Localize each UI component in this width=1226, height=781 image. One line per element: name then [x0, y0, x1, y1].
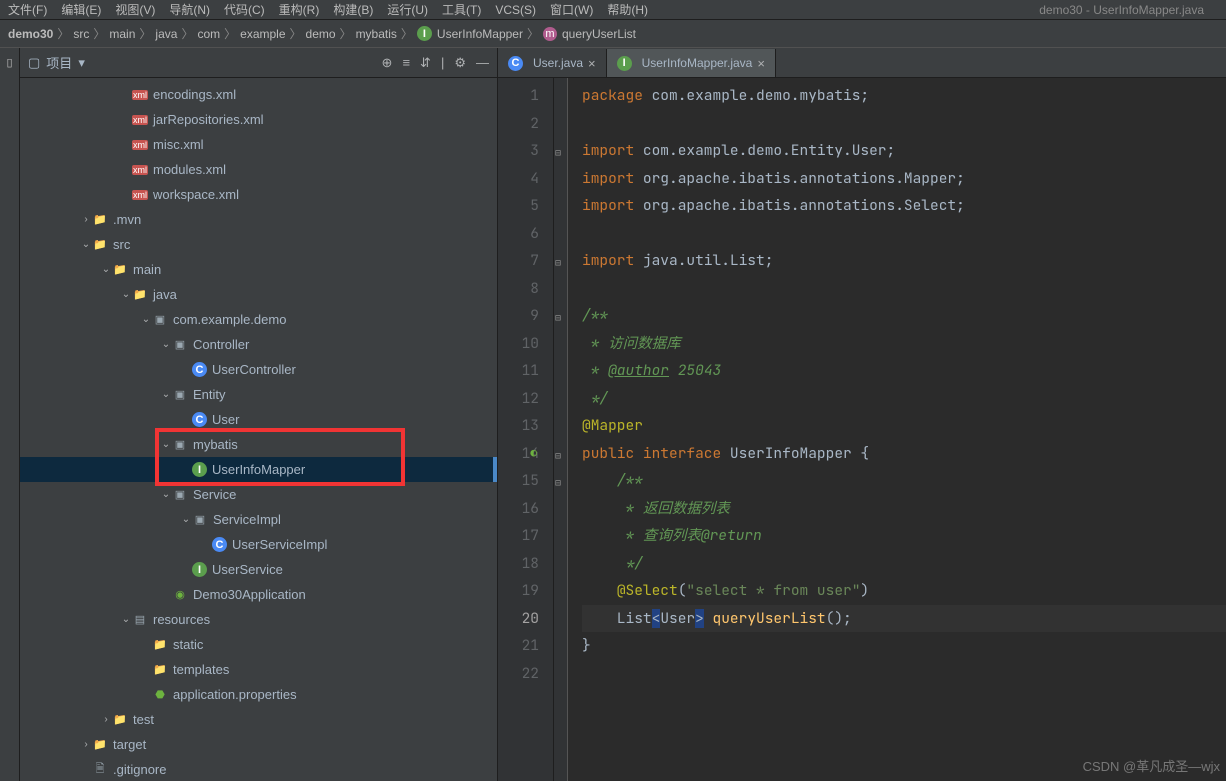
- separator: |: [441, 55, 444, 71]
- tree-item[interactable]: ⌄▣Service: [20, 482, 497, 507]
- crumb[interactable]: demo: [306, 27, 336, 41]
- tree-item[interactable]: ›📁target: [20, 732, 497, 757]
- line-gutter[interactable]: 1234567891011121314◐1516171819202122: [498, 78, 554, 781]
- menu-item[interactable]: 构建(B): [333, 1, 373, 18]
- tree-item[interactable]: CUserServiceImpl: [20, 532, 497, 557]
- tool-window-stripe[interactable]: ▯: [0, 48, 20, 781]
- tree-item[interactable]: 📁static: [20, 632, 497, 657]
- crumb[interactable]: com: [197, 27, 220, 41]
- tree-item[interactable]: 🗎.gitignore: [20, 757, 497, 781]
- select-opened-icon[interactable]: ⊕: [382, 55, 393, 71]
- tree-item[interactable]: CUserController: [20, 357, 497, 382]
- tree-item[interactable]: ⬣application.properties: [20, 682, 497, 707]
- tree-item[interactable]: xmlmisc.xml: [20, 132, 497, 157]
- tree-item[interactable]: ⌄▣Controller: [20, 332, 497, 357]
- watermark: CSDN @革凡成圣—wjx: [1083, 756, 1220, 775]
- tree-item[interactable]: ›📁.mvn: [20, 207, 497, 232]
- breadcrumb: demo30〉 src〉 main〉 java〉 com〉 example〉 d…: [0, 20, 1226, 48]
- menu-item[interactable]: 导航(N): [169, 1, 210, 18]
- code-area[interactable]: 1234567891011121314◐1516171819202122 ⊟⊟⊟…: [498, 78, 1226, 781]
- tree-item[interactable]: xmlencodings.xml: [20, 82, 497, 107]
- tree-item[interactable]: ⌄📁java: [20, 282, 497, 307]
- menu-item[interactable]: 编辑(E): [61, 1, 101, 18]
- collapse-all-icon[interactable]: ⇵: [420, 55, 431, 71]
- close-icon[interactable]: ×: [588, 56, 596, 71]
- menu-bar: 文件(F) 编辑(E) 视图(V) 导航(N) 代码(C) 重构(R) 构建(B…: [0, 0, 1226, 20]
- tree-item[interactable]: IUserInfoMapper: [20, 457, 497, 482]
- menu-item[interactable]: 重构(R): [279, 1, 320, 18]
- tree-item[interactable]: ◉Demo30Application: [20, 582, 497, 607]
- chevron-down-icon[interactable]: ▾: [78, 55, 85, 71]
- tree-item[interactable]: CUser: [20, 407, 497, 432]
- menu-item[interactable]: 视图(V): [115, 1, 155, 18]
- project-panel: ▢ 项目 ▾ ⊕ ≡ ⇵ | ⚙ — xmlencodings.xmlxmlja…: [20, 48, 498, 781]
- tree-item[interactable]: ⌄▤resources: [20, 607, 497, 632]
- close-icon[interactable]: ×: [757, 56, 765, 71]
- tree-item[interactable]: ⌄▣ServiceImpl: [20, 507, 497, 532]
- gear-icon[interactable]: ⚙: [454, 55, 466, 71]
- menu-item[interactable]: 代码(C): [224, 1, 265, 18]
- menu-item[interactable]: 帮助(H): [607, 1, 648, 18]
- window-title: demo30 - UserInfoMapper.java: [1039, 3, 1204, 17]
- tree-item[interactable]: ⌄📁main: [20, 257, 497, 282]
- panel-title[interactable]: 项目: [46, 53, 72, 72]
- crumb[interactable]: mybatis: [356, 27, 397, 41]
- tree-item[interactable]: ⌄▣mybatis: [20, 432, 497, 457]
- editor: CUser.java× IUserInfoMapper.java× 123456…: [498, 48, 1226, 781]
- tab-user[interactable]: CUser.java×: [498, 49, 607, 77]
- menu-item[interactable]: 工具(T): [442, 1, 481, 18]
- tab-userinfomapper[interactable]: IUserInfoMapper.java×: [607, 49, 776, 77]
- tree-item[interactable]: xmljarRepositories.xml: [20, 107, 497, 132]
- tree-item[interactable]: 📁templates: [20, 657, 497, 682]
- crumb[interactable]: example: [240, 27, 285, 41]
- tree-item[interactable]: ›📁test: [20, 707, 497, 732]
- expand-all-icon[interactable]: ≡: [402, 55, 410, 71]
- hide-icon[interactable]: —: [476, 55, 489, 71]
- crumb[interactable]: src: [73, 27, 89, 41]
- project-icon: ▢: [28, 55, 40, 71]
- crumb[interactable]: demo30: [8, 27, 53, 41]
- tree-item[interactable]: xmlmodules.xml: [20, 157, 497, 182]
- tree-item[interactable]: ⌄▣com.example.demo: [20, 307, 497, 332]
- panel-header: ▢ 项目 ▾ ⊕ ≡ ⇵ | ⚙ —: [20, 48, 497, 78]
- editor-tabs: CUser.java× IUserInfoMapper.java×: [498, 48, 1226, 78]
- crumb[interactable]: java: [155, 27, 177, 41]
- menu-item[interactable]: 运行(U): [387, 1, 428, 18]
- menu-item[interactable]: VCS(S): [495, 3, 536, 17]
- tree-item[interactable]: IUserService: [20, 557, 497, 582]
- crumb[interactable]: mqueryUserList: [543, 27, 636, 41]
- crumb[interactable]: main: [109, 27, 135, 41]
- menu-item[interactable]: 窗口(W): [550, 1, 593, 18]
- tree-item[interactable]: ⌄▣Entity: [20, 382, 497, 407]
- crumb[interactable]: IUserInfoMapper: [417, 26, 523, 41]
- code-content[interactable]: package com.example.demo.mybatis; import…: [568, 78, 1226, 781]
- fold-column[interactable]: ⊟⊟⊟⊟⊟: [554, 78, 568, 781]
- tree-item[interactable]: xmlworkspace.xml: [20, 182, 497, 207]
- tree-item[interactable]: ⌄📁src: [20, 232, 497, 257]
- project-tree[interactable]: xmlencodings.xmlxmljarRepositories.xmlxm…: [20, 78, 497, 781]
- menu-item[interactable]: 文件(F): [8, 1, 47, 18]
